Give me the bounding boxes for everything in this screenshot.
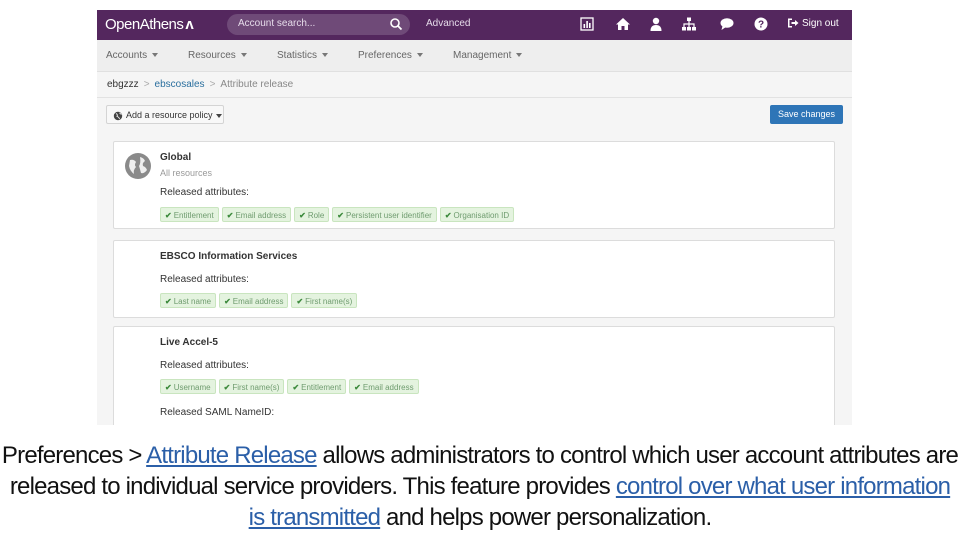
check-icon: ✔ bbox=[165, 383, 172, 392]
attribute-tag: ✔ Email address bbox=[349, 379, 419, 394]
search-placeholder: Account search... bbox=[238, 18, 316, 29]
check-icon: ✔ bbox=[292, 383, 300, 392]
check-icon: ✔ bbox=[296, 297, 304, 306]
released-attributes-label: Released attributes: bbox=[160, 274, 249, 285]
chevron-down-icon bbox=[322, 53, 329, 58]
caption-text: Preferences > bbox=[1, 442, 147, 469]
chevron-down-icon bbox=[516, 53, 523, 58]
check-icon: ✔ bbox=[226, 211, 234, 220]
breadcrumb-current: Attribute release bbox=[220, 79, 294, 90]
policy-title: EBSCO Information Services bbox=[160, 251, 298, 262]
attribute-tag: ✔ Role bbox=[294, 207, 330, 222]
attribute-tag: ✔ Email address bbox=[221, 207, 292, 222]
breadcrumb-separator: > bbox=[143, 79, 150, 90]
advanced-search-link[interactable]: Advanced bbox=[426, 18, 470, 29]
help-icon[interactable]: ? bbox=[753, 16, 769, 32]
chevron-down-icon bbox=[240, 53, 247, 58]
chevron-down-icon bbox=[215, 113, 222, 118]
nav-resources[interactable]: Resources bbox=[188, 50, 247, 61]
search-icon[interactable] bbox=[389, 17, 403, 31]
chat-icon[interactable] bbox=[719, 16, 735, 32]
breadcrumb-org[interactable]: ebgzzz bbox=[107, 79, 139, 90]
caption-link-attribute-release[interactable]: Attribute Release bbox=[146, 442, 317, 469]
check-icon: ✔ bbox=[224, 297, 231, 306]
attribute-tag: ✔ Last name bbox=[160, 293, 217, 308]
sitemap-icon[interactable] bbox=[681, 16, 697, 32]
svg-text:?: ? bbox=[758, 20, 764, 31]
policy-card-ebsco[interactable]: EBSCO Information Services Released attr… bbox=[113, 240, 835, 318]
chevron-down-icon bbox=[152, 53, 159, 58]
home-icon[interactable] bbox=[615, 16, 631, 32]
attribute-tag: ✔ First name(s) bbox=[218, 379, 285, 394]
attribute-tag: ✔ Entitlement bbox=[160, 207, 219, 222]
attribute-tag: ✔ Organisation ID bbox=[439, 207, 515, 222]
check-icon: ✔ bbox=[444, 211, 452, 220]
sign-out-label: Sign out bbox=[802, 18, 839, 29]
attribute-tag: ✔ First name(s) bbox=[291, 293, 358, 308]
add-policy-label: Add a resource policy bbox=[126, 110, 213, 120]
sign-out-icon bbox=[788, 18, 799, 28]
main-nav: Accounts Resources Statistics Preference… bbox=[97, 40, 852, 72]
attribute-tag: ✔ Persistent user identifier bbox=[332, 207, 437, 222]
openathens-screenshot: OpenAthens ʌ Account search... Advanced ?… bbox=[97, 10, 852, 425]
breadcrumb-separator: > bbox=[209, 79, 216, 90]
policy-subtitle: All resources bbox=[160, 168, 213, 178]
top-bar: OpenAthens ʌ Account search... Advanced ?… bbox=[97, 10, 852, 40]
add-resource-policy-button[interactable]: Add a resource policy bbox=[106, 105, 224, 124]
policy-card-global[interactable]: Global All resources Released attributes… bbox=[113, 141, 835, 229]
nav-management[interactable]: Management bbox=[453, 50, 523, 61]
check-icon: ✔ bbox=[354, 383, 361, 392]
nav-preferences[interactable]: Preferences bbox=[358, 50, 423, 61]
save-changes-button[interactable]: Save changes bbox=[770, 105, 843, 124]
breadcrumb-link[interactable]: ebscosales bbox=[155, 79, 205, 90]
logo-mark-icon: ʌ bbox=[185, 16, 194, 33]
check-icon: ✔ bbox=[165, 297, 172, 306]
check-icon: ✔ bbox=[299, 211, 306, 220]
check-icon: ✔ bbox=[223, 383, 231, 392]
attribute-tag-list: ✔ Entitlement ✔ Email address ✔ Role ✔ Persiste… bbox=[160, 205, 517, 222]
attribute-tag-list: ✔ Last name ✔ Email address ✔ First name(s) bbox=[160, 291, 360, 308]
released-attributes-label: Released attributes: bbox=[160, 187, 249, 198]
policy-card-live-accel[interactable]: Live Accel-5 Released attributes: ✔ Usern… bbox=[113, 326, 835, 425]
sign-out-button[interactable]: Sign out bbox=[787, 16, 839, 32]
divider bbox=[97, 97, 852, 98]
attribute-tag: ✔ Email address bbox=[219, 293, 289, 308]
account-search-input[interactable]: Account search... bbox=[227, 14, 410, 35]
policy-title: Live Accel-5 bbox=[160, 337, 218, 348]
user-icon[interactable] bbox=[648, 16, 664, 32]
attribute-tag: ✔ Entitlement bbox=[287, 379, 347, 394]
nav-statistics[interactable]: Statistics bbox=[277, 50, 329, 61]
attribute-tag-list: ✔ Username ✔ First name(s) ✔ Entitlement ✔ Emai… bbox=[160, 377, 422, 394]
slide-caption: Preferences > Attribute Release allows a… bbox=[0, 440, 960, 533]
released-saml-nameid-label: Released SAML NameID: bbox=[160, 407, 275, 418]
released-attributes-label: Released attributes: bbox=[160, 360, 249, 371]
check-icon: ✔ bbox=[337, 211, 344, 220]
nav-accounts[interactable]: Accounts bbox=[106, 50, 159, 61]
openathens-logo[interactable]: OpenAthens ʌ bbox=[105, 16, 194, 33]
check-icon: ✔ bbox=[165, 211, 172, 220]
caption-text: and helps power personalization. bbox=[380, 504, 712, 531]
globe-icon bbox=[113, 111, 123, 120]
bar-chart-icon[interactable] bbox=[579, 16, 595, 32]
breadcrumb: ebgzzz > ebscosales > Attribute release bbox=[107, 79, 293, 90]
chevron-down-icon bbox=[416, 53, 423, 58]
policy-title: Global bbox=[160, 152, 192, 163]
globe-icon bbox=[125, 153, 151, 179]
attribute-tag: ✔ Username bbox=[160, 379, 216, 394]
